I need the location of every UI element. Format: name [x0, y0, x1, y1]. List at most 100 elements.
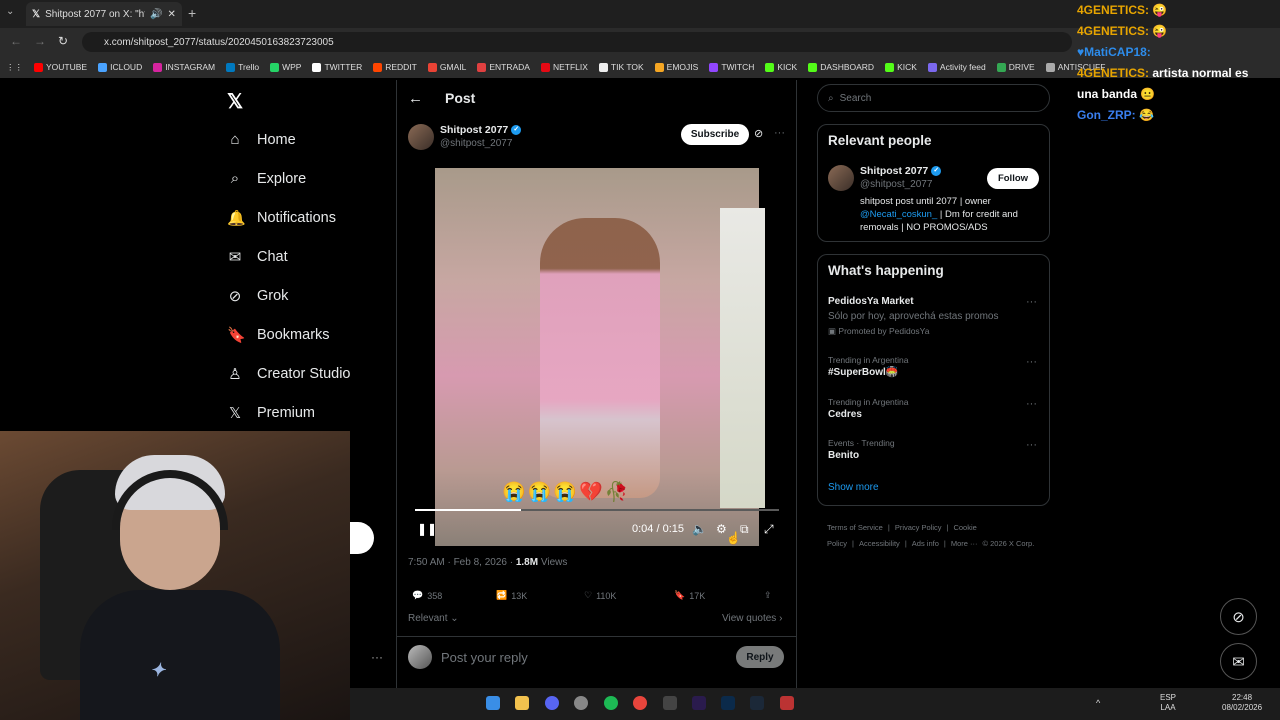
like-action[interactable]: ♡ 110K: [584, 590, 674, 601]
tray-chevron-icon[interactable]: ^: [1096, 698, 1100, 708]
browser-tab[interactable]: 𝕏 Shitpost 2077 on X: "https:/ 🔊 ✕: [26, 2, 182, 26]
obs-icon[interactable]: [663, 696, 677, 710]
trend-more-icon[interactable]: ···: [1026, 439, 1037, 451]
url-input[interactable]: x.com/shitpost_2077/status/2020450163823…: [82, 32, 1072, 52]
author-handle[interactable]: @shitpost_2077: [440, 138, 512, 149]
nav-item-grok[interactable]: ⊘ Grok: [227, 276, 351, 315]
pip-icon[interactable]: ⧉: [740, 522, 749, 537]
apps-icon[interactable]: ⋮⋮: [6, 62, 23, 73]
messages-fab-icon[interactable]: ✉: [1220, 643, 1257, 680]
trend-more-icon[interactable]: ···: [1026, 296, 1037, 308]
follow-button[interactable]: Follow: [987, 168, 1039, 189]
back-icon[interactable]: ←: [10, 34, 22, 48]
footer-link[interactable]: Ads info: [912, 539, 939, 548]
premiere-icon[interactable]: [692, 696, 706, 710]
search-input[interactable]: ⌕ Search: [817, 84, 1050, 112]
post-button-partial[interactable]: [350, 522, 374, 554]
footer-link[interactable]: © 2026 X Corp.: [983, 539, 1035, 548]
person-avatar[interactable]: [828, 165, 854, 191]
chrome-icon[interactable]: [633, 696, 647, 710]
grok-fab-icon[interactable]: ⊘: [1220, 598, 1257, 635]
bookmark-item[interactable]: TIK TOK: [598, 62, 644, 72]
nav-item-explore[interactable]: ⌕ Explore: [227, 159, 351, 198]
bio-mention-link[interactable]: @Necati_coskun_: [860, 209, 937, 220]
subscribe-button[interactable]: Subscribe: [681, 124, 749, 145]
tab-list-icon[interactable]: ⌄: [6, 6, 14, 17]
person-name[interactable]: Shitpost 2077 ✓: [860, 165, 942, 177]
pause-icon[interactable]: ❚❚: [417, 522, 437, 536]
reload-icon[interactable]: ↻: [58, 34, 68, 48]
bookmark-item[interactable]: REDDIT: [373, 62, 417, 72]
bookmark-item[interactable]: GMAIL: [427, 62, 466, 72]
nav-item-home[interactable]: ⌂ Home: [227, 120, 351, 159]
nav-item-chat[interactable]: ✉ Chat: [227, 237, 351, 276]
bookmark-item[interactable]: EMOJIS: [654, 62, 698, 72]
footer-link[interactable]: Terms of Service: [827, 523, 883, 532]
bookmark-item[interactable]: KICK: [765, 62, 797, 72]
more-icon[interactable]: ···: [371, 650, 383, 664]
bookmark-item[interactable]: DASHBOARD: [808, 62, 874, 72]
person-handle[interactable]: @shitpost_2077: [860, 179, 932, 190]
footer-link[interactable]: More ···: [951, 539, 978, 548]
trend-more-icon[interactable]: ···: [1026, 398, 1037, 410]
back-arrow-icon[interactable]: ←: [408, 90, 423, 107]
trend-name[interactable]: Cedres: [828, 409, 862, 420]
reply-button[interactable]: Reply: [736, 646, 784, 668]
trend-more-icon[interactable]: ···: [1026, 356, 1037, 368]
x-logo-icon[interactable]: 𝕏: [227, 89, 243, 114]
bookmark-item[interactable]: ICLOUD: [98, 62, 142, 72]
language-indicator[interactable]: ESP LAA: [1160, 693, 1176, 713]
reply-input[interactable]: Post your reply: [441, 650, 528, 665]
view-quotes-link[interactable]: View quotes ›: [722, 613, 782, 624]
bookmark-item[interactable]: TWITCH: [709, 62, 754, 72]
bookmark-item[interactable]: INSTAGRAM: [153, 62, 215, 72]
discord-icon[interactable]: [545, 696, 559, 710]
bookmark-item[interactable]: KICK: [885, 62, 917, 72]
author-name[interactable]: Shitpost 2077 ✓: [440, 124, 522, 136]
trend-name[interactable]: Benito: [828, 450, 859, 461]
app-icon[interactable]: [780, 696, 794, 710]
nav-item-creator-studio[interactable]: ♙ Creator Studio: [227, 354, 350, 393]
bookmark-item[interactable]: ENTRADA: [477, 62, 530, 72]
nav-item-bookmarks[interactable]: 🔖 Bookmarks: [227, 315, 351, 354]
bookmark-item[interactable]: NETFLIX: [540, 62, 588, 72]
reply-action[interactable]: 💬 358: [408, 590, 496, 601]
volume-icon[interactable]: 🔈: [692, 522, 707, 536]
bookmark-item[interactable]: Activity feed: [927, 62, 986, 72]
app-icon[interactable]: [574, 696, 588, 710]
steam-icon[interactable]: [750, 696, 764, 710]
sort-relevant-dropdown[interactable]: Relevant ⌄: [408, 613, 459, 624]
close-tab-icon[interactable]: ✕: [168, 9, 176, 20]
forward-icon[interactable]: →: [34, 34, 46, 48]
show-more-link[interactable]: Show more: [828, 482, 879, 493]
post-timestamp[interactable]: 7:50 AM · Feb 8, 2026 ·: [408, 557, 516, 568]
bookmark-action[interactable]: 🔖 17K: [674, 590, 764, 601]
repost-action[interactable]: 🔁 13K: [496, 590, 584, 601]
clock[interactable]: 22:48 08/02/2026: [1222, 693, 1262, 713]
bookmark-item[interactable]: TWITTER: [312, 62, 362, 72]
trend-name[interactable]: #SuperBowl🏟️: [828, 367, 898, 378]
bookmark-item[interactable]: Trello: [226, 62, 259, 72]
bookmark-item[interactable]: WPP: [270, 62, 301, 72]
new-tab-button[interactable]: +: [188, 5, 196, 21]
video-progress-bar[interactable]: [415, 509, 779, 511]
start-icon[interactable]: [486, 696, 500, 710]
author-avatar[interactable]: [408, 124, 434, 150]
bookmark-item[interactable]: DRIVE: [996, 62, 1035, 72]
bookmark-item[interactable]: YOUTUBE: [34, 62, 87, 72]
more-icon[interactable]: ···: [774, 127, 785, 139]
explorer-icon[interactable]: [515, 696, 529, 710]
footer-link[interactable]: Accessibility: [859, 539, 900, 548]
trend-name[interactable]: PedidosYa Market: [828, 296, 914, 307]
heart-icon: ♡: [584, 590, 593, 600]
spotify-icon[interactable]: [604, 696, 618, 710]
nav-item-premium[interactable]: 𝕏 Premium: [227, 393, 351, 432]
grok-icon[interactable]: ⊘: [754, 127, 763, 140]
footer-link[interactable]: Privacy Policy: [895, 523, 942, 532]
photoshop-icon[interactable]: [721, 696, 735, 710]
fullscreen-icon[interactable]: ⤢: [764, 522, 774, 537]
nav-item-notifications[interactable]: 🔔 Notifications: [227, 198, 351, 237]
share-icon[interactable]: ⇪: [764, 590, 772, 601]
audio-icon[interactable]: 🔊: [150, 9, 162, 20]
tab-title: Shitpost 2077 on X: "https:/: [45, 8, 145, 20]
